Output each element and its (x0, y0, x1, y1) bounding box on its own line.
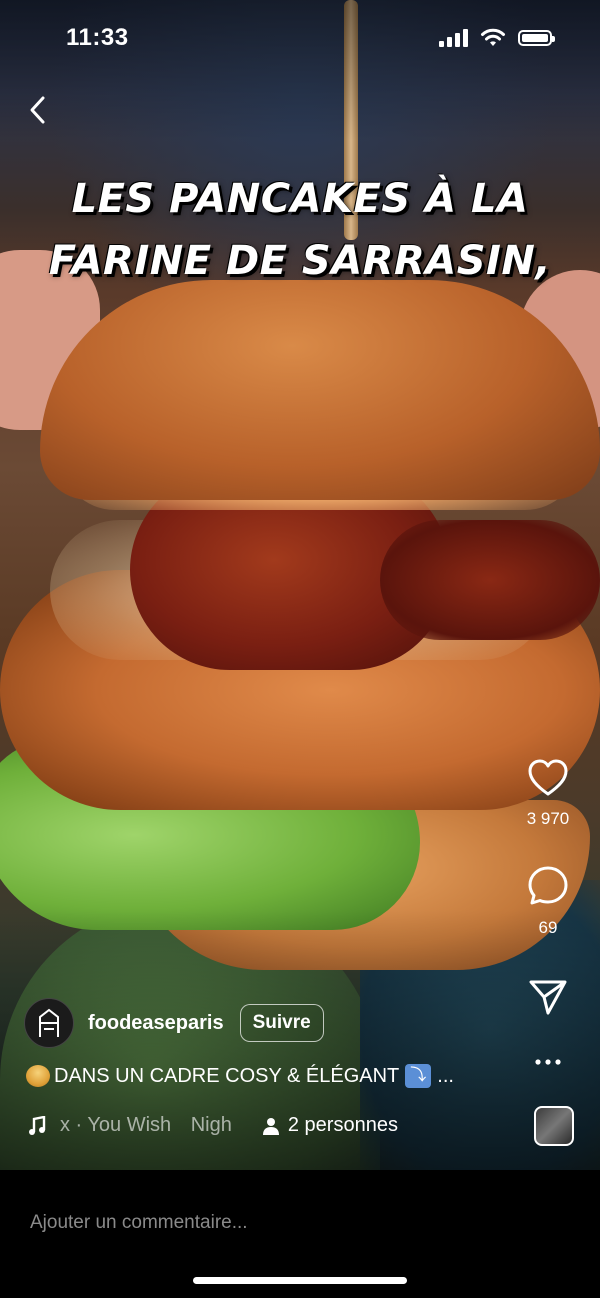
audio-track-suffix: Nigh (190, 1114, 232, 1136)
comment-count: 69 (538, 918, 558, 937)
arrow-down-right-emoji-icon: ⤵ (405, 1064, 432, 1088)
avatar[interactable] (24, 998, 74, 1048)
video-caption-overlay: LES PANCAKES À LA FARINE DE SARRASIN, (0, 168, 600, 292)
tagged-people[interactable]: 2 personnes (262, 1114, 398, 1137)
cellular-signal-icon (439, 29, 468, 47)
like-action[interactable]: 3 970 (520, 758, 576, 829)
description-more[interactable]: ... (437, 1065, 454, 1088)
audio-track[interactable]: x · You Wish Nigh (60, 1114, 232, 1137)
audio-track-prefix: x · You Wish (60, 1114, 172, 1136)
audio-row[interactable]: x · You Wish Nigh 2 personnes (28, 1114, 398, 1137)
caption-line-2: FARINE DE SARRASIN, (48, 238, 552, 284)
home-indicator (193, 1277, 407, 1284)
comment-icon[interactable] (527, 865, 569, 907)
author-row: foodeaseparis Suivre (24, 998, 324, 1048)
status-time: 11:33 (66, 24, 129, 51)
avatar-logo-icon (39, 1008, 59, 1037)
more-options[interactable] (520, 1054, 576, 1072)
comment-input[interactable]: Ajouter un commentaire... (30, 1212, 248, 1234)
description-text: DANS UN CADRE COSY & ÉLÉGANT (54, 1064, 400, 1087)
pancake-emoji-icon (26, 1065, 50, 1087)
back-button[interactable] (22, 90, 52, 130)
bun-top (40, 280, 600, 500)
heart-icon[interactable] (527, 758, 569, 798)
author-username[interactable]: foodeaseparis (88, 1012, 224, 1035)
share-icon[interactable] (528, 978, 568, 1016)
audio-thumbnail[interactable] (534, 1106, 574, 1146)
back-icon (30, 96, 45, 124)
people-label: 2 personnes (287, 1114, 398, 1136)
post-description[interactable]: DANS UN CADRE COSY & ÉLÉGANT ⤵ ... (26, 1064, 454, 1088)
status-icons (439, 28, 555, 48)
person-icon (262, 1117, 279, 1135)
wifi-icon (481, 28, 505, 46)
more-icon[interactable] (533, 1057, 563, 1067)
share-action[interactable] (520, 978, 576, 1021)
music-icon (29, 1115, 46, 1135)
comment-action[interactable]: 69 (520, 865, 576, 938)
battery-icon (518, 30, 555, 46)
follow-button[interactable]: Suivre (239, 1004, 324, 1042)
caramelized-onion-side (380, 520, 600, 640)
like-count: 3 970 (526, 809, 570, 828)
caption-line-1: LES PANCAKES À LA (71, 176, 529, 222)
